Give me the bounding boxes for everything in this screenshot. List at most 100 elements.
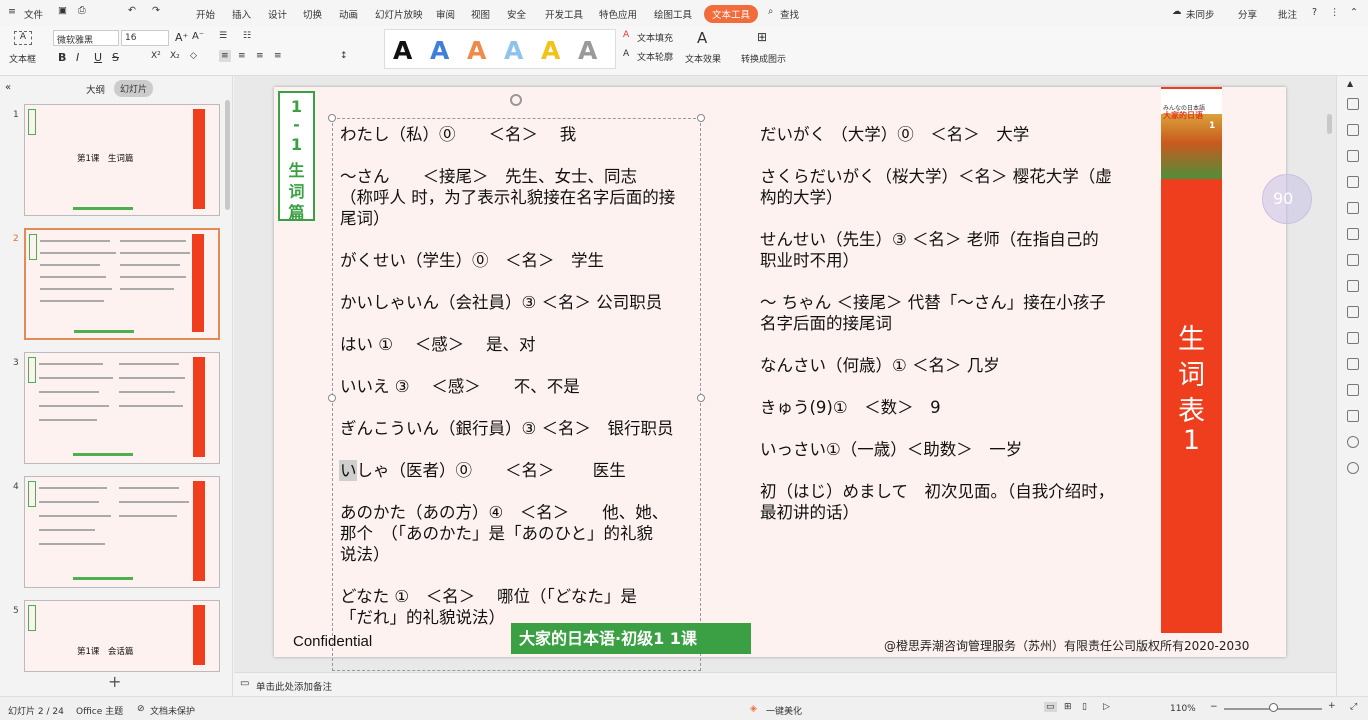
vocab-item[interactable]: 构的大学） bbox=[760, 187, 843, 208]
vocab-item[interactable]: 初（はじ）めまして 初次见面。（自我介绍时， bbox=[760, 481, 1114, 502]
align-center-icon[interactable]: ≡ bbox=[238, 51, 246, 61]
zoom-in-icon[interactable]: + bbox=[1328, 701, 1336, 711]
slide-thumb-4[interactable] bbox=[24, 476, 220, 588]
align-right-icon[interactable]: ≡ bbox=[256, 51, 264, 61]
view-reading-icon[interactable]: ▯ bbox=[1082, 702, 1087, 712]
vocab-item[interactable]: がくせい（学生）⓪ ＜名＞ 学生 bbox=[340, 250, 604, 271]
tab-drawing-tools[interactable]: 绘图工具 bbox=[654, 7, 692, 21]
slide-thumb-3[interactable] bbox=[24, 352, 220, 464]
tab-design[interactable]: 设计 bbox=[268, 7, 287, 21]
vocab-item[interactable]: 名字后面的接尾词 bbox=[760, 313, 892, 334]
menu-file[interactable]: 文件 bbox=[24, 7, 43, 21]
protect-status[interactable]: 文档未保护 bbox=[150, 704, 195, 717]
tab-review[interactable]: 审阅 bbox=[436, 7, 455, 21]
font-name-select[interactable]: 微软雅黑 bbox=[53, 30, 119, 46]
zoom-slider-thumb[interactable] bbox=[1269, 703, 1278, 712]
strike-button[interactable]: S bbox=[112, 51, 119, 64]
style-gray[interactable]: A bbox=[578, 36, 597, 65]
help-icon[interactable]: ? bbox=[1312, 7, 1317, 18]
text-effect-button[interactable]: 文本效果 bbox=[685, 52, 721, 65]
align-left-icon[interactable]: ≡ bbox=[219, 50, 231, 62]
italic-button[interactable]: I bbox=[76, 51, 79, 64]
vocab-item[interactable]: ～ ちゃん ＜接尾＞ 代替「～さん」接在小孩子 bbox=[760, 292, 1106, 313]
tab-features[interactable]: 特色应用 bbox=[599, 7, 637, 21]
vocab-item[interactable]: 职业时不用） bbox=[760, 250, 859, 271]
vocab-item[interactable]: ～さん ＜接尾＞ 先生、女士、同志 bbox=[340, 166, 637, 187]
textbox-icon[interactable]: A bbox=[14, 31, 32, 45]
tab-view[interactable]: 视图 bbox=[471, 7, 490, 21]
view-normal-icon[interactable]: ▭ bbox=[1044, 702, 1057, 712]
text-outline-button[interactable]: 文本轮廓 bbox=[637, 50, 673, 63]
vocab-item[interactable]: はい ① ＜感＞ 是、对 bbox=[340, 334, 536, 355]
vocab-item[interactable]: わたし（私）⓪ ＜名＞ 我 bbox=[340, 124, 576, 145]
line-spacing-icon[interactable]: ↕ bbox=[340, 51, 348, 61]
rail-scrollbar[interactable] bbox=[1327, 114, 1332, 134]
audio-tool-icon[interactable] bbox=[1347, 358, 1359, 370]
vocab-item[interactable]: ぎんこういん（銀行員）③ ＜名＞ 银行职员 bbox=[340, 418, 674, 439]
beautify-button[interactable]: 一键美化 bbox=[766, 704, 802, 717]
tab-transition[interactable]: 切换 bbox=[303, 7, 322, 21]
vocab-item[interactable]: 尾词） bbox=[340, 208, 390, 229]
shrink-font-icon[interactable]: A⁻ bbox=[192, 31, 204, 42]
vocab-item[interactable]: せんせい（先生）③ ＜名＞ 老师（在指自己的 bbox=[760, 229, 1099, 250]
eraser-icon[interactable]: ◇ bbox=[190, 51, 197, 61]
tab-slideshow[interactable]: 幻灯片放映 bbox=[375, 7, 423, 21]
vocab-item[interactable]: 说法） bbox=[340, 544, 390, 565]
image-tool-icon[interactable] bbox=[1347, 332, 1359, 344]
convert-diagram-button[interactable]: 转换成图示 bbox=[741, 52, 786, 65]
vocab-item[interactable]: いしゃ（医者）⓪ ＜名＞ 医生 bbox=[340, 460, 626, 481]
save-icon[interactable]: ▣ bbox=[58, 5, 67, 16]
sync-status[interactable]: 未同步 bbox=[1186, 7, 1215, 21]
view-slideshow-icon[interactable]: ▷ bbox=[1103, 702, 1110, 712]
history-tool-icon[interactable] bbox=[1347, 410, 1359, 422]
style-black[interactable]: A bbox=[393, 36, 412, 65]
vocab-item[interactable]: いっさい①（一歳）＜助数＞ 一岁 bbox=[760, 439, 1022, 460]
resize-handle[interactable] bbox=[328, 114, 336, 122]
grow-font-icon[interactable]: A⁺ bbox=[175, 31, 188, 44]
vocab-item[interactable]: だいがく （大学）⓪ ＜名＞ 大学 bbox=[760, 124, 1029, 145]
vocab-item[interactable]: きゅう(9)① ＜数＞ 9 bbox=[760, 397, 941, 418]
undo-icon[interactable]: ↶ bbox=[128, 5, 136, 16]
vocab-item[interactable]: どなた ① ＜名＞ 哪位（「どなた」是 bbox=[340, 586, 637, 607]
tab-outline[interactable]: 大纲 bbox=[86, 82, 105, 96]
panel-scrollbar[interactable] bbox=[225, 100, 230, 210]
textbox-button[interactable]: 文本框 bbox=[9, 52, 36, 65]
tab-security[interactable]: 安全 bbox=[507, 7, 526, 21]
slide-thumb-2[interactable] bbox=[24, 228, 220, 340]
notes-placeholder[interactable]: 单击此处添加备注 bbox=[256, 679, 332, 693]
search-icon[interactable]: ⌕ bbox=[768, 6, 773, 17]
bold-button[interactable]: B bbox=[58, 51, 66, 64]
vocab-item[interactable]: あのかた（あの方）④ ＜名＞ 他、她、 bbox=[340, 502, 668, 523]
vocab-item[interactable]: 最初讲的话） bbox=[760, 502, 859, 523]
underline-button[interactable]: U bbox=[94, 51, 102, 64]
slide-thumb-5[interactable]: 第1课 会话篇 bbox=[24, 600, 220, 672]
shape-tool-icon[interactable] bbox=[1347, 124, 1359, 136]
vocab-item[interactable]: 「だれ」的礼貌说法） bbox=[340, 607, 505, 628]
rail-scroll-up-icon[interactable]: ▲ bbox=[1347, 79, 1353, 88]
fit-window-icon[interactable]: ⤢ bbox=[1350, 702, 1357, 712]
protect-tool-icon[interactable] bbox=[1347, 384, 1359, 396]
tab-animation[interactable]: 动画 bbox=[339, 7, 358, 21]
more-icon[interactable]: ⋮ bbox=[1330, 7, 1340, 18]
numbered-list-icon[interactable]: ☷ bbox=[243, 31, 251, 41]
backup-tool-icon[interactable] bbox=[1347, 254, 1359, 266]
chart-tool-icon[interactable] bbox=[1347, 202, 1359, 214]
tab-insert[interactable]: 插入 bbox=[232, 7, 251, 21]
search-button[interactable]: 查找 bbox=[780, 7, 799, 21]
resize-handle[interactable] bbox=[697, 394, 705, 402]
vocab-item[interactable]: （称呼人 时，为了表示礼貌接在名字后面的接 bbox=[340, 187, 675, 208]
share-button[interactable]: 分享 bbox=[1238, 7, 1257, 21]
help-tool-icon[interactable] bbox=[1347, 436, 1359, 448]
vocab-item[interactable]: なんさい（何歳）① ＜名＞ 几岁 bbox=[760, 355, 1000, 376]
print-icon[interactable]: ⎙ bbox=[78, 5, 86, 16]
resize-handle[interactable] bbox=[328, 394, 336, 402]
tab-home[interactable]: 开始 bbox=[196, 7, 215, 21]
location-tool-icon[interactable] bbox=[1347, 462, 1359, 474]
superscript-icon[interactable]: X² bbox=[151, 51, 161, 61]
style-tool-icon[interactable] bbox=[1347, 150, 1359, 162]
resize-handle[interactable] bbox=[697, 114, 705, 122]
bullet-list-icon[interactable]: ☰ bbox=[219, 31, 227, 41]
comment-button[interactable]: 批注 bbox=[1278, 7, 1297, 21]
select-tool-icon[interactable] bbox=[1347, 98, 1359, 110]
text-fill-button[interactable]: 文本填充 bbox=[637, 31, 673, 44]
